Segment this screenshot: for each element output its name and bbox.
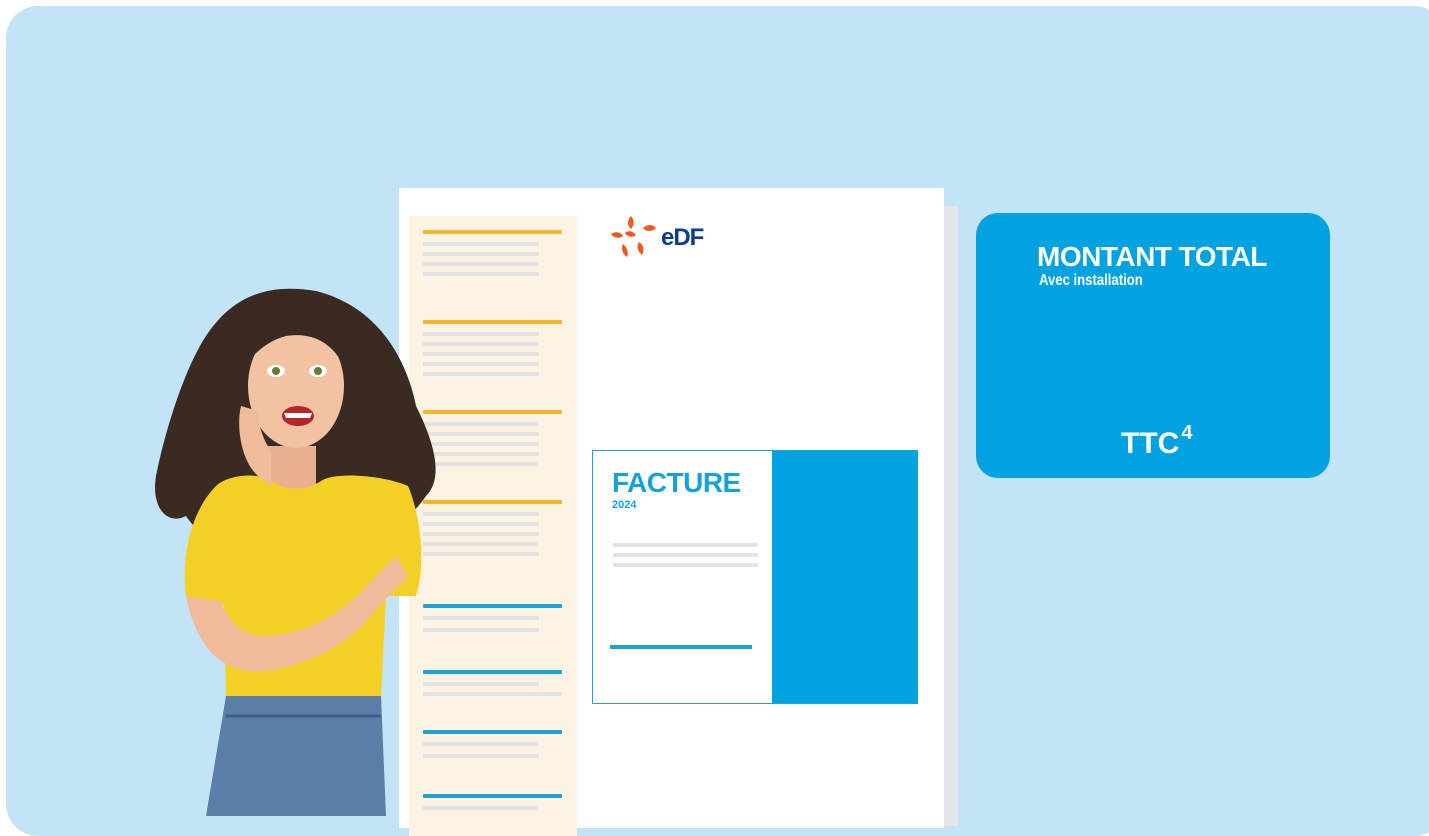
invoice-year: 2024 (612, 499, 637, 511)
ttc-text: TTC (1121, 427, 1180, 460)
invoice-summary-box: FACTURE 2024 (592, 450, 918, 704)
edf-logo-icon (611, 216, 656, 257)
invoice-title: FACTURE (612, 467, 741, 498)
ttc-footnote: 4 (1181, 422, 1193, 444)
sidebar-text-line (423, 252, 539, 256)
sidebar-text-line (423, 262, 539, 266)
total-subtitle: Avec installation (1039, 272, 1143, 289)
edf-logo-text: eDF (661, 224, 704, 251)
total-title: MONTANT TOTAL (1037, 241, 1267, 272)
invoice-text-line (613, 553, 758, 557)
invoice-total-line (610, 645, 752, 649)
invoice-document: eDF FACTURE 2024 (399, 188, 944, 836)
sidebar-text-line (423, 242, 539, 246)
invoice-text-line (613, 563, 758, 567)
edf-logo: eDF (609, 214, 719, 260)
invoice-shadow (943, 206, 958, 826)
invoice-blue-panel (772, 451, 917, 703)
invoice-text-line (613, 543, 758, 547)
sidebar-heading-bar (423, 230, 562, 234)
ttc-label: TTC 4 (1121, 422, 1192, 461)
total-amount-panel: MONTANT TOTAL Avec installation TTC 4 (976, 213, 1330, 478)
hero-banner: eDF FACTURE 2024 MONTANT TOTAL Avec inst… (6, 6, 1429, 836)
surprised-woman-illustration (155, 288, 436, 816)
